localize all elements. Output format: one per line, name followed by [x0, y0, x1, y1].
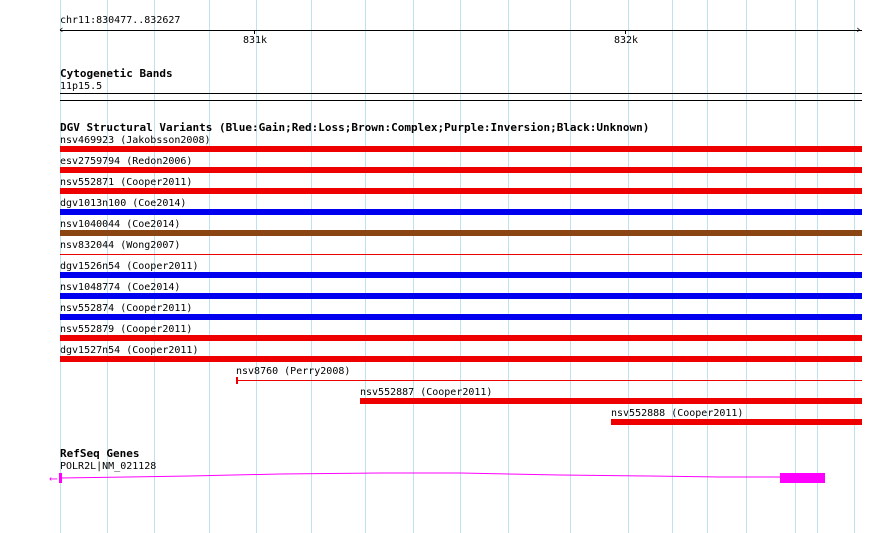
- gene-exon: [780, 473, 825, 483]
- gene-exon: [59, 473, 62, 483]
- refseq-gene-model[interactable]: ⟵: [0, 0, 890, 533]
- gene-intron-line: [59, 472, 780, 479]
- genome-browser: chr11:830477..832627 ‹ › 831k 832k Cytog…: [0, 0, 890, 533]
- left-arrow-icon: ⟵: [49, 472, 58, 485]
